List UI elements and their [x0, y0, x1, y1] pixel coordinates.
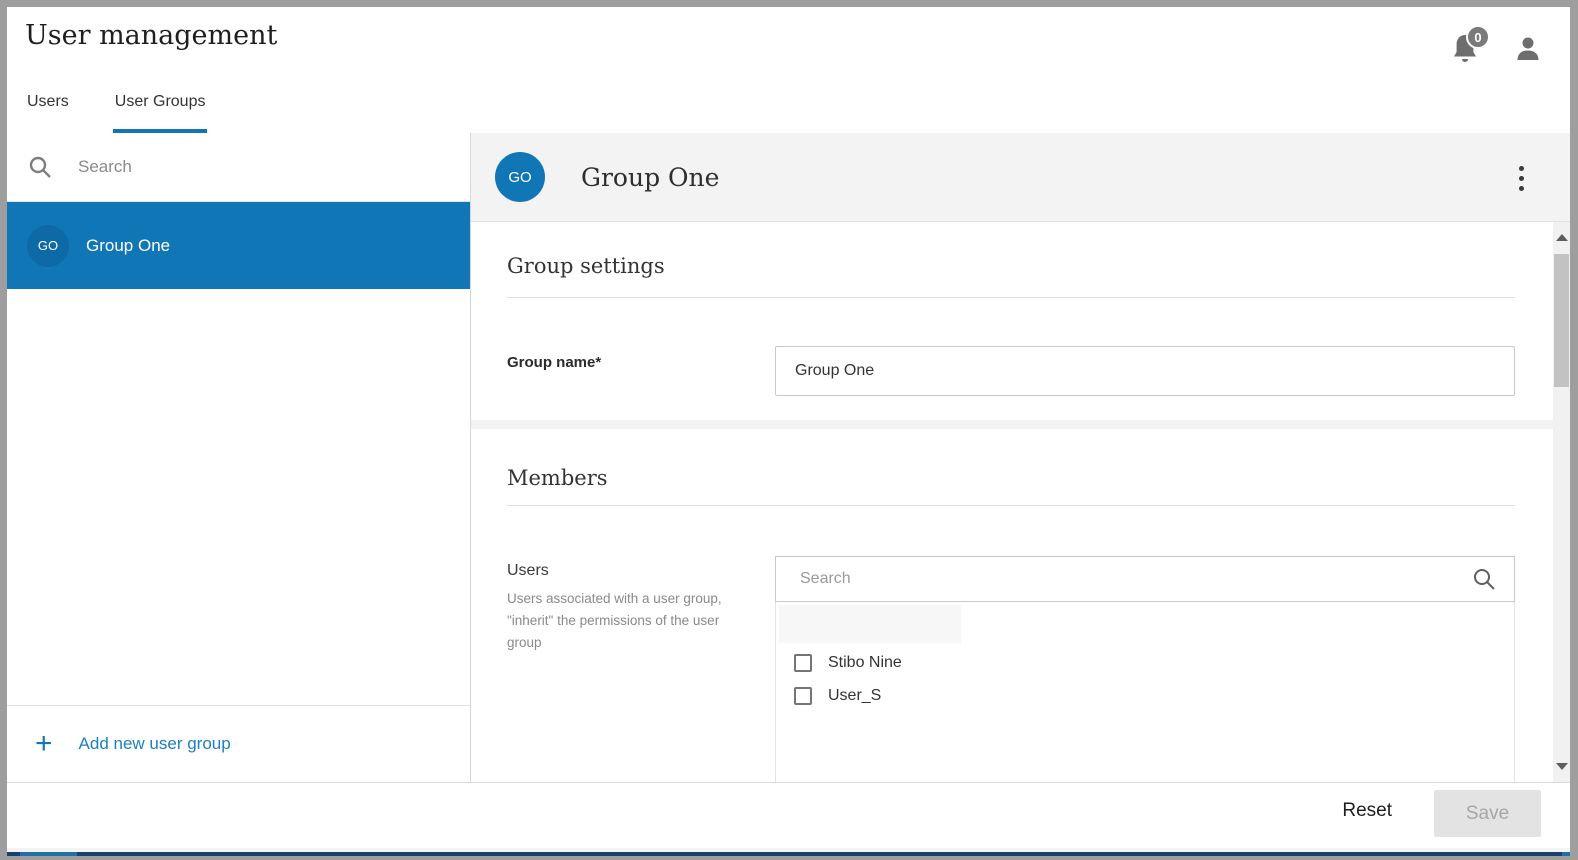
group-settings-heading: Group settings — [507, 254, 665, 278]
checkbox[interactable] — [794, 654, 812, 672]
user-option-stibo-nine[interactable]: Stibo Nine — [794, 654, 902, 672]
group-name-input[interactable] — [775, 346, 1515, 396]
vertical-scrollbar[interactable] — [1553, 222, 1570, 782]
top-bar: User management 0 — [7, 7, 1570, 133]
scroll-down-arrow-icon[interactable] — [1556, 763, 1568, 770]
action-footer: Reset Save — [7, 782, 1570, 848]
tab-users[interactable]: Users — [25, 89, 71, 133]
user-option-label: User_S — [828, 687, 881, 705]
add-new-user-group-label: Add new user group — [79, 734, 231, 754]
users-field-label: Users — [507, 562, 549, 580]
user-profile-button[interactable] — [1514, 35, 1542, 63]
reset-button[interactable]: Reset — [1342, 800, 1392, 822]
members-search — [775, 556, 1515, 602]
users-field-description: Users associated with a user group, "inh… — [507, 588, 753, 654]
group-detail-content: Group settings Group name* Members Users… — [471, 222, 1570, 782]
page-title: User management — [25, 20, 277, 51]
members-search-input[interactable] — [800, 570, 1472, 588]
top-right-icons: 0 — [1450, 33, 1542, 65]
group-detail-header: GO Group One — [471, 133, 1570, 222]
section-divider — [507, 297, 1515, 298]
members-users-picker: Stibo Nine User_S — [775, 556, 1515, 782]
horizontal-scrollbar-thumb[interactable] — [20, 852, 77, 856]
notification-count-badge: 0 — [1466, 25, 1490, 49]
group-avatar: GO — [27, 225, 69, 267]
group-detail-avatar: GO — [495, 152, 545, 202]
group-item-label: Group One — [86, 236, 170, 256]
search-icon — [28, 155, 52, 179]
save-button[interactable]: Save — [1434, 790, 1541, 837]
user-option-user-s[interactable]: User_S — [794, 687, 881, 705]
search-icon — [1472, 567, 1496, 591]
checkbox[interactable] — [794, 687, 812, 705]
user-groups-sidebar: GO Group One + Add new user group — [7, 133, 471, 782]
group-detail-title: Group One — [581, 163, 719, 192]
members-user-list: Stibo Nine User_S — [775, 602, 1515, 782]
sidebar-spacer — [7, 289, 470, 705]
scroll-up-arrow-icon[interactable] — [1556, 234, 1568, 241]
sidebar-search — [7, 133, 470, 202]
scrollbar-thumb[interactable] — [1554, 254, 1569, 387]
user-management-window: User management 0 — [7, 7, 1570, 856]
group-name-label: Group name* — [507, 354, 601, 371]
members-heading: Members — [507, 466, 608, 490]
user-profile-icon — [1514, 35, 1542, 63]
plus-icon: + — [35, 733, 53, 755]
user-option-label: Stibo Nine — [828, 654, 902, 672]
sidebar-item-group-one[interactable]: GO Group One — [7, 202, 470, 289]
more-options-icon[interactable] — [1517, 164, 1526, 193]
section-separator-band — [471, 420, 1553, 429]
notification-bell-button[interactable]: 0 — [1450, 33, 1480, 65]
section-divider — [507, 505, 1515, 506]
list-highlight-row — [779, 605, 961, 643]
main-tabs: Users User Groups — [25, 89, 207, 133]
add-new-user-group-button[interactable]: + Add new user group — [7, 705, 470, 782]
sidebar-search-input[interactable] — [78, 157, 470, 177]
tab-user-groups[interactable]: User Groups — [113, 89, 208, 133]
horizontal-scrollbar-end — [1562, 852, 1570, 856]
bottom-horizontal-scrollbar[interactable] — [7, 852, 1570, 856]
